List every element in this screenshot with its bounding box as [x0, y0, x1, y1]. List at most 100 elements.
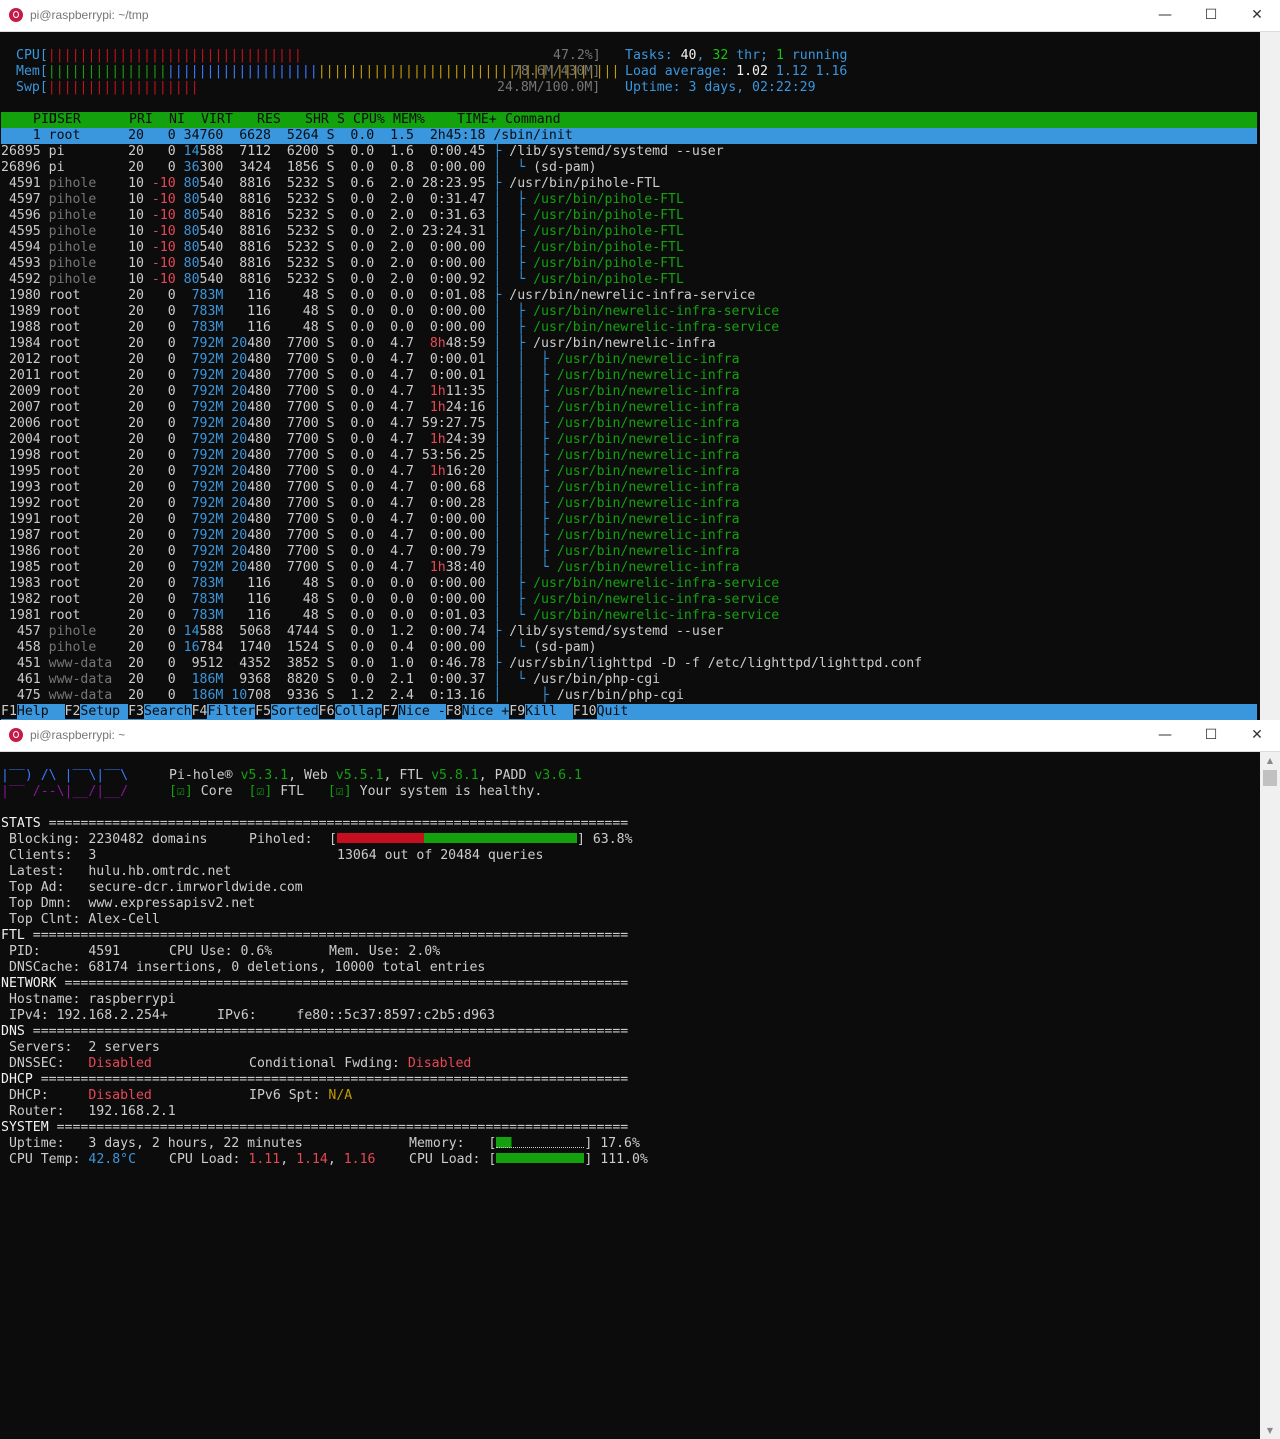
- process-row[interactable]: 2004 root 20 0 792M 20480 7700 S 0.0 4.7…: [1, 432, 740, 448]
- user: root: [48, 432, 113, 447]
- process-row[interactable]: 457 pihole 20 0 14588 5068 4744 S 0.0 1.…: [1, 624, 724, 640]
- process-row[interactable]: 1981 root 20 0 783M 116 48 S 0.0 0.0 0:0…: [1, 608, 779, 624]
- htop-terminal-window[interactable]: pi@raspberrypi: ~/tmp — ☐ ✕ CPU[||||||||…: [0, 0, 1280, 720]
- htop-scrollbar[interactable]: [1260, 32, 1280, 720]
- process-row[interactable]: 4595 pihole 10 -10 80540 8816 5232 S 0.0…: [1, 224, 684, 240]
- system-uptime-row: Uptime: 3 days, 2 hours, 22 minutes: [8, 1136, 303, 1151]
- process-row[interactable]: 451 www-data 20 0 9512 4352 3852 S 0.0 1…: [1, 656, 922, 672]
- process-row[interactable]: 4591 pihole 10 -10 80540 8816 5232 S 0.6…: [1, 176, 660, 192]
- column-header-virt[interactable]: VIRT: [201, 112, 233, 128]
- fkey-f9[interactable]: F9Kill: [509, 704, 573, 719]
- fkey-f4[interactable]: F4Filter: [191, 704, 256, 719]
- shr: 7700: [271, 448, 319, 463]
- process-row[interactable]: 1982 root 20 0 783M 116 48 S 0.0 0.0 0:0…: [1, 592, 779, 608]
- htop-window-titlebar[interactable]: pi@raspberrypi: ~/tmp — ☐ ✕: [0, 0, 1280, 32]
- scroll-thumb[interactable]: [1263, 770, 1277, 786]
- column-header-ni[interactable]: NI: [169, 112, 185, 128]
- process-row[interactable]: 1986 root 20 0 792M 20480 7700 S 0.0 4.7…: [1, 544, 740, 560]
- process-row[interactable]: 1987 root 20 0 792M 20480 7700 S 0.0 4.7…: [1, 528, 740, 544]
- process-row[interactable]: 458 pihole 20 0 16784 1740 1524 S 0.0 0.…: [1, 640, 597, 656]
- user: pihole: [48, 192, 113, 207]
- command: /usr/sbin/lighttpd -D -f /etc/lighttpd/l…: [509, 656, 923, 671]
- process-row[interactable]: 1989 root 20 0 783M 116 48 S 0.0 0.0 0:0…: [1, 304, 779, 320]
- process-row[interactable]: 2009 root 20 0 792M 20480 7700 S 0.0 4.7…: [1, 384, 740, 400]
- padd-window-titlebar[interactable]: pi@raspberrypi: ~ — ☐ ✕: [0, 720, 1280, 752]
- scroll-down-arrow[interactable]: ▼: [1260, 1422, 1280, 1439]
- fkey-f10[interactable]: F10Quit: [572, 704, 629, 719]
- user: pihole: [48, 624, 113, 639]
- res: 116: [223, 576, 271, 591]
- process-row[interactable]: 1983 root 20 0 783M 116 48 S 0.0 0.0 0:0…: [1, 576, 779, 592]
- tree-branch: │ └: [493, 640, 534, 655]
- padd-terminal-window[interactable]: pi@raspberrypi: ~ — ☐ ✕ |‾‾) /\ |‾‾\|‾‾\…: [0, 720, 1280, 1439]
- column-header-user[interactable]: USER: [49, 112, 81, 128]
- virt: 792M: [175, 432, 224, 447]
- process-row[interactable]: 26896 pi 20 0 36300 3424 1856 S 0.0 0.8 …: [1, 160, 597, 176]
- padd-screen[interactable]: |‾‾) /\ |‾‾\|‾‾\ |‾‾ /--\|__/|__/ Pi-hol…: [1, 752, 1258, 1439]
- column-header-command[interactable]: Command: [505, 112, 561, 128]
- column-header-time[interactable]: TIME+: [457, 112, 497, 128]
- close-button[interactable]: ✕: [1234, 720, 1280, 751]
- process-row[interactable]: 461 www-data 20 0 186M 9368 8820 S 0.0 2…: [1, 672, 660, 688]
- process-row[interactable]: 1985 root 20 0 792M 20480 7700 S 0.0 4.7…: [1, 560, 740, 576]
- fkey-f7[interactable]: F7Nice -: [382, 704, 446, 719]
- fkey-f5[interactable]: F5Sorted: [255, 704, 319, 719]
- top-domain-row: Top Dmn: www.expressapisv2.net: [8, 896, 256, 911]
- process-row[interactable]: 1 root 20 0 34760 6628 5264 S 0.0 1.5 2h…: [1, 128, 573, 144]
- padd-scrollbar[interactable]: ▲ ▼: [1260, 752, 1280, 1439]
- process-row[interactable]: 2012 root 20 0 792M 20480 7700 S 0.0 4.7…: [1, 352, 740, 368]
- process-row[interactable]: 1995 root 20 0 792M 20480 7700 S 0.0 4.7…: [1, 464, 740, 480]
- nice: 0: [143, 656, 176, 671]
- process-row[interactable]: 2007 root 20 0 792M 20480 7700 S 0.0 4.7…: [1, 400, 740, 416]
- res: 116: [223, 320, 271, 335]
- tree-branch: ├: [493, 144, 510, 159]
- process-row[interactable]: 4593 pihole 10 -10 80540 8816 5232 S 0.0…: [1, 256, 684, 272]
- maximize-button[interactable]: ☐: [1188, 0, 1234, 31]
- process-row[interactable]: 1991 root 20 0 792M 20480 7700 S 0.0 4.7…: [1, 512, 740, 528]
- fkey-f6[interactable]: F6Collap: [318, 704, 383, 719]
- fkey-f8[interactable]: F8Nice +: [445, 704, 510, 719]
- command: /usr/bin/newrelic-infra-service: [533, 576, 780, 591]
- close-button[interactable]: ✕: [1234, 0, 1280, 31]
- column-header-res[interactable]: RES: [257, 112, 281, 128]
- fkey-f1[interactable]: F1Help: [1, 704, 65, 719]
- minimize-button[interactable]: —: [1142, 720, 1188, 751]
- fkey-f3[interactable]: F3Search: [128, 704, 192, 719]
- column-header-shr[interactable]: SHR: [305, 112, 329, 128]
- process-table-header[interactable]: [1, 112, 1257, 128]
- process-row[interactable]: 2006 root 20 0 792M 20480 7700 S 0.0 4.7…: [1, 416, 740, 432]
- column-header-s[interactable]: S: [337, 112, 345, 128]
- mem-percent: 2.0: [374, 176, 414, 191]
- htop-screen[interactable]: CPU[|||||||||||||||||||||||||||||||| 47.…: [1, 32, 1258, 720]
- process-row[interactable]: 1980 root 20 0 783M 116 48 S 0.0 0.0 0:0…: [1, 288, 755, 304]
- process-row[interactable]: 4592 pihole 10 -10 80540 8816 5232 S 0.0…: [1, 272, 684, 288]
- process-row[interactable]: 4597 pihole 10 -10 80540 8816 5232 S 0.0…: [1, 192, 684, 208]
- column-header-cpu[interactable]: CPU%: [353, 112, 385, 128]
- maximize-button[interactable]: ☐: [1188, 720, 1234, 751]
- cpu-percent: 0.0: [334, 128, 375, 143]
- command: /usr/bin/newrelic-infra: [556, 432, 740, 447]
- scroll-up-arrow[interactable]: ▲: [1260, 752, 1280, 769]
- cpu-percent: 0.0: [334, 480, 375, 495]
- process-row[interactable]: 475 www-data 20 0 186M 10708 9336 S 1.2 …: [1, 688, 684, 704]
- nice: 0: [143, 640, 176, 655]
- process-row[interactable]: 1984 root 20 0 792M 20480 7700 S 0.0 4.7…: [1, 336, 716, 352]
- res: 8816: [223, 192, 272, 207]
- mem-percent: 2.0: [374, 208, 414, 223]
- minimize-button[interactable]: —: [1142, 0, 1188, 31]
- process-row[interactable]: 1992 root 20 0 792M 20480 7700 S 0.0 4.7…: [1, 496, 740, 512]
- process-row[interactable]: 26895 pi 20 0 14588 7112 6200 S 0.0 1.6 …: [1, 144, 724, 160]
- process-row[interactable]: 1988 root 20 0 783M 116 48 S 0.0 0.0 0:0…: [1, 320, 779, 336]
- priority: 20: [112, 608, 144, 623]
- cpu-percent: 0.0: [334, 192, 375, 207]
- column-header-pri[interactable]: PRI: [129, 112, 153, 128]
- fkey-f2[interactable]: F2Setup: [64, 704, 129, 719]
- command: /usr/bin/pihole-FTL: [533, 208, 684, 223]
- process-row[interactable]: 2011 root 20 0 792M 20480 7700 S 0.0 4.7…: [1, 368, 740, 384]
- process-row[interactable]: 1998 root 20 0 792M 20480 7700 S 0.0 4.7…: [1, 448, 740, 464]
- column-header-mem[interactable]: MEM%: [393, 112, 425, 128]
- process-row[interactable]: 4596 pihole 10 -10 80540 8816 5232 S 0.0…: [1, 208, 684, 224]
- process-row[interactable]: 1993 root 20 0 792M 20480 7700 S 0.0 4.7…: [1, 480, 740, 496]
- tree-branch: │ └: [493, 160, 534, 175]
- process-row[interactable]: 4594 pihole 10 -10 80540 8816 5232 S 0.0…: [1, 240, 684, 256]
